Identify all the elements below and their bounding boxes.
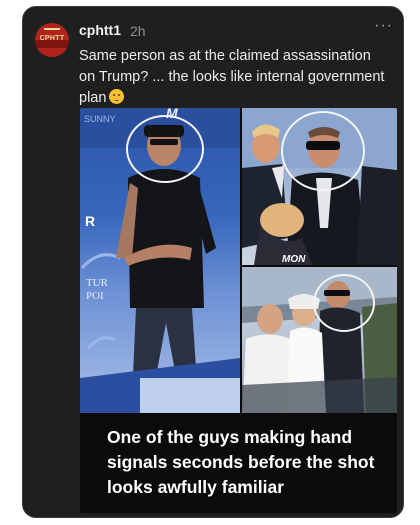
- top-right-photo-panel: MON: [242, 108, 397, 265]
- more-options-icon[interactable]: ···: [374, 17, 393, 35]
- left-photo-sign-r: R: [85, 213, 95, 229]
- thinking-face-emoji-icon: [109, 89, 125, 104]
- highlight-circle-left: [126, 115, 204, 183]
- left-photo-sign-tur: TUR: [86, 277, 109, 289]
- left-photo-sign-poi: POI: [86, 290, 104, 302]
- svg-text:MON: MON: [282, 254, 306, 265]
- post-timestamp: 2h: [130, 23, 146, 39]
- svg-text:SUNNY: SUNNY: [84, 114, 116, 124]
- post-body: Same person as at the claimed assassinat…: [79, 46, 389, 109]
- left-photo-panel: SUNNY M R TUR POI: [80, 108, 240, 413]
- highlight-circle-bottom-right: [313, 274, 375, 332]
- post-text: Same person as at the claimed assassinat…: [79, 48, 385, 106]
- bottom-right-photo-panel: [242, 267, 397, 413]
- avatar[interactable]: CPHTT: [35, 23, 69, 57]
- highlight-circle-top-right: [281, 111, 365, 191]
- post-image[interactable]: SUNNY M R TUR POI MON One of the guys ma…: [80, 108, 397, 513]
- image-caption: One of the guys making hand signals seco…: [107, 427, 375, 497]
- avatar-logo-text: CPHTT: [39, 35, 65, 42]
- username[interactable]: cphtt1: [79, 22, 121, 38]
- post-card[interactable]: CPHTT cphtt1 2h ··· Same person as at th…: [22, 6, 404, 518]
